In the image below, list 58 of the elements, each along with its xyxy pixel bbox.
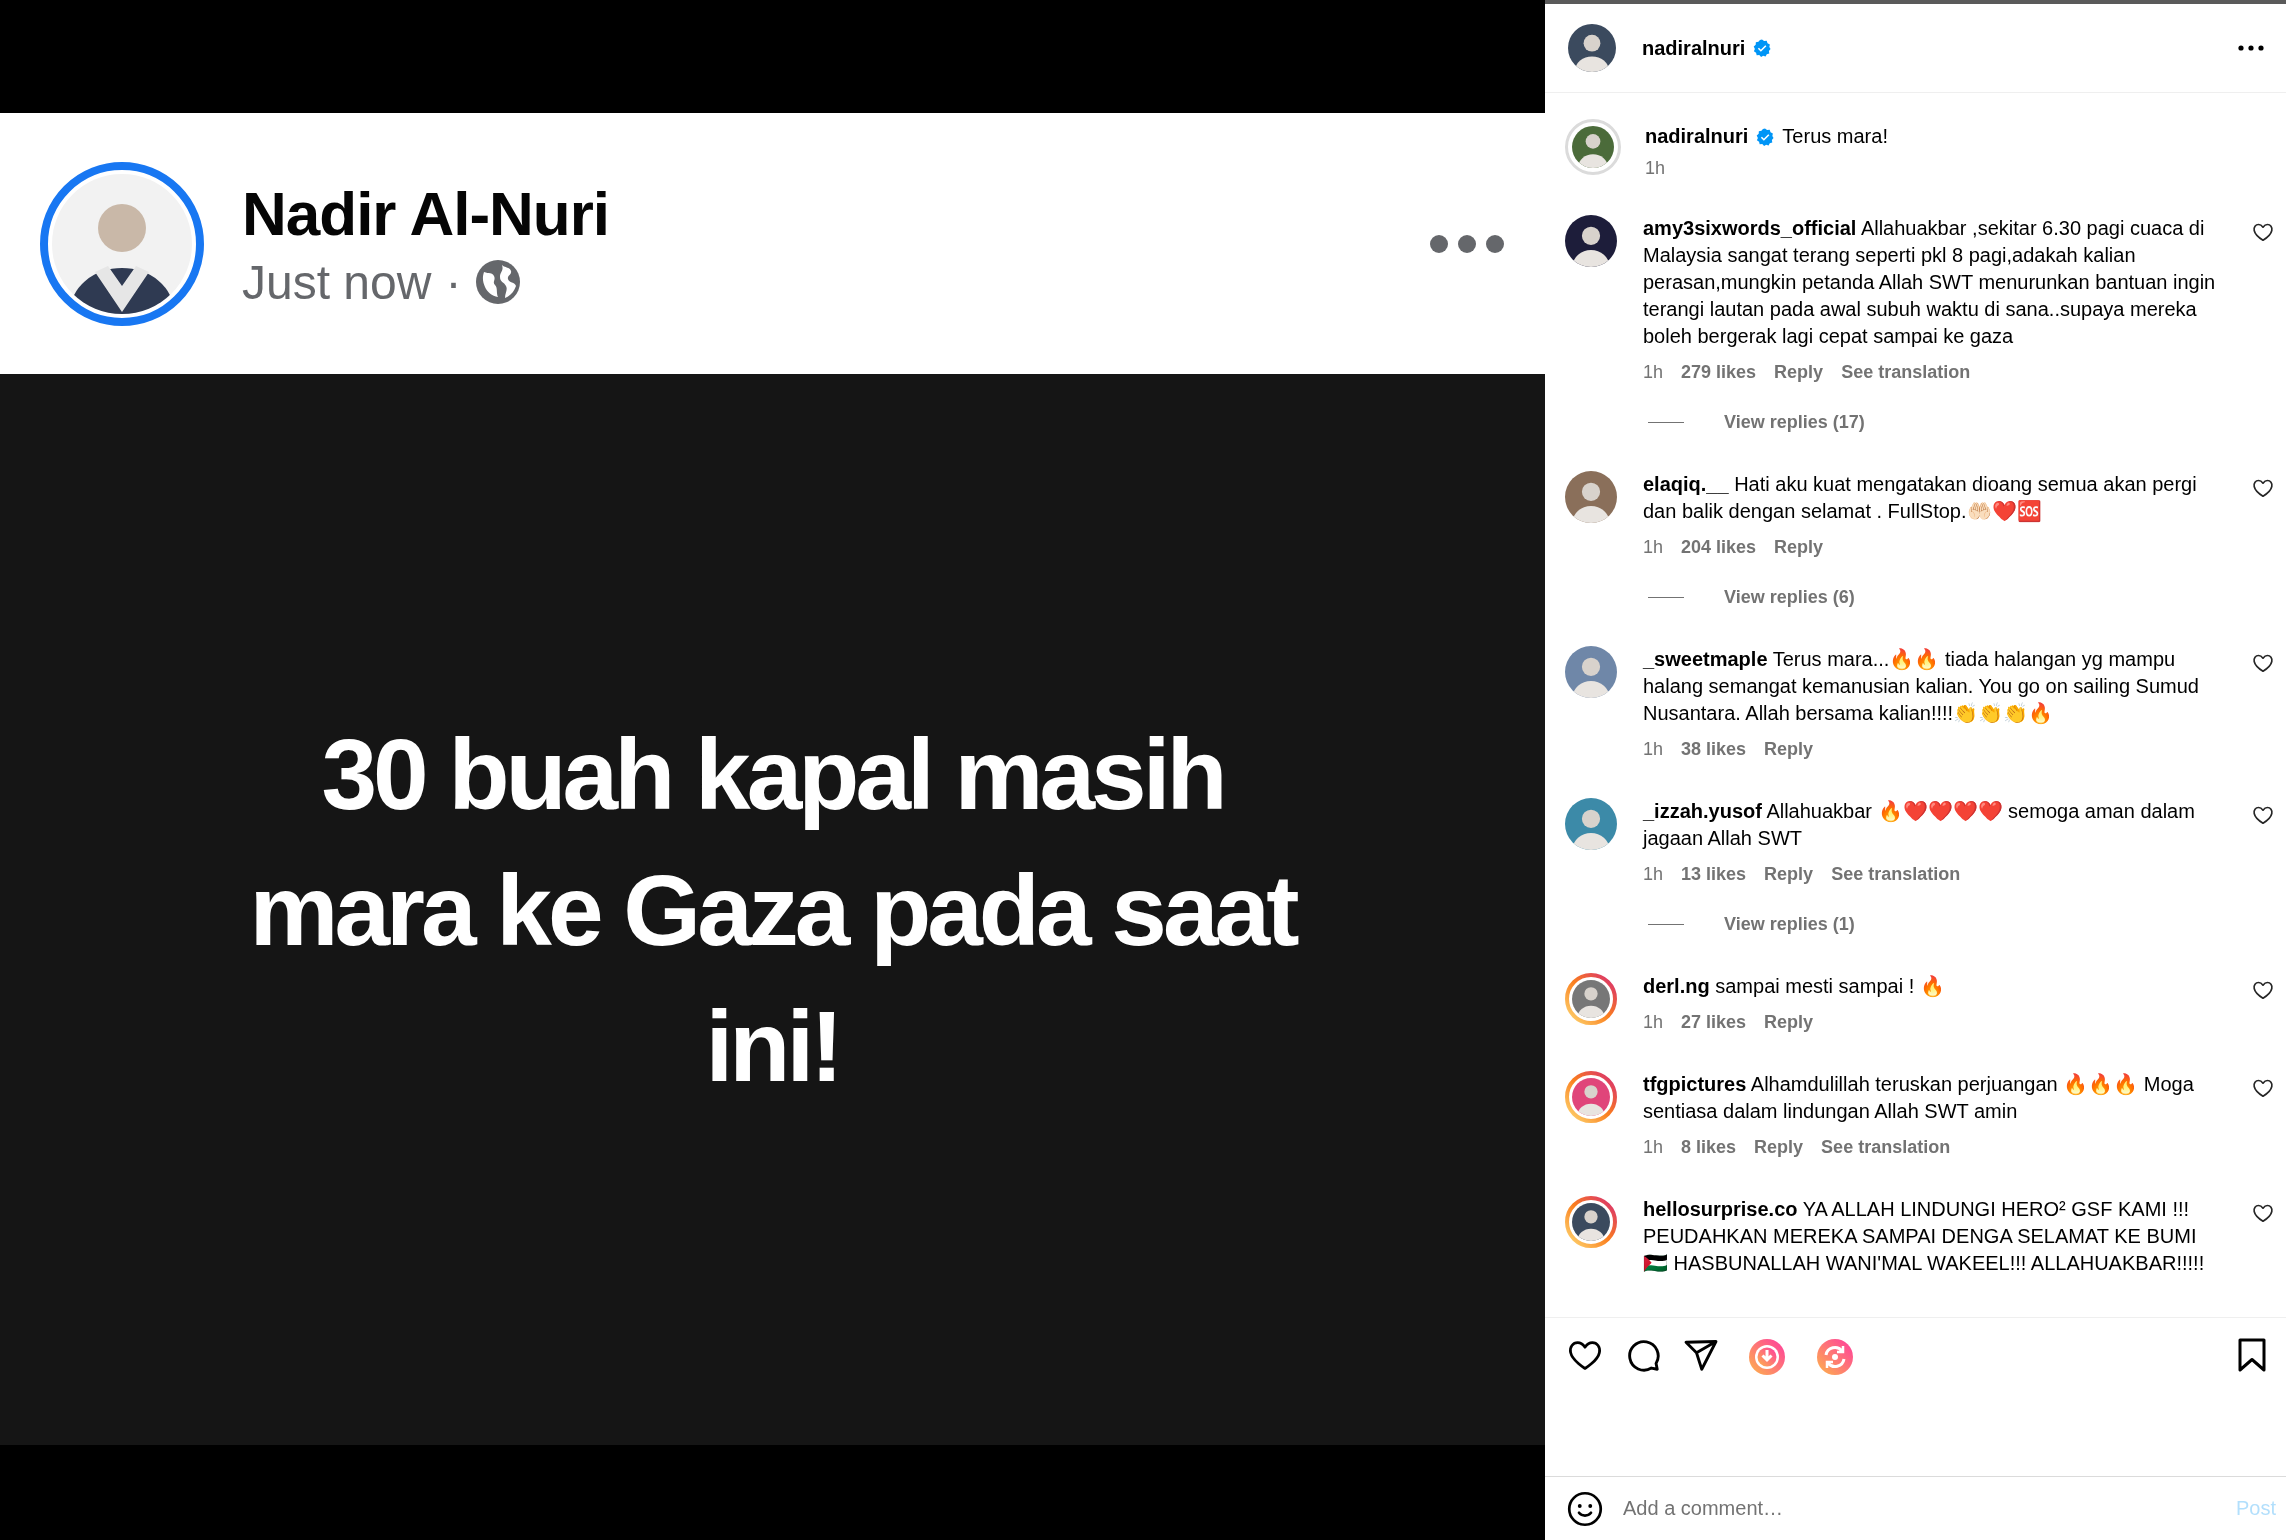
see-translation-link[interactable]: See translation — [1841, 361, 1971, 383]
avatar[interactable] — [1565, 215, 1617, 267]
sync-icon[interactable] — [1815, 1337, 1855, 1377]
reply-button[interactable]: Reply — [1774, 536, 1824, 558]
download-icon[interactable] — [1747, 1337, 1787, 1377]
caption-text: Terus mara! — [1782, 124, 1888, 149]
likes-count[interactable]: 8 likes — [1681, 1136, 1737, 1158]
likes-count[interactable]: 13 likes — [1681, 863, 1747, 885]
view-replies-button[interactable]: View replies (1) — [1724, 913, 1855, 935]
more-options-icon[interactable] — [2238, 45, 2264, 51]
heart-icon[interactable] — [2252, 652, 2274, 674]
caption-time: 1h — [1645, 158, 1667, 179]
share-icon[interactable] — [1683, 1337, 1719, 1373]
heart-icon[interactable] — [2252, 477, 2274, 499]
comment-time: 1h — [1643, 536, 1664, 558]
reply-button[interactable]: Reply — [1774, 361, 1824, 383]
likes-count[interactable]: 38 likes — [1681, 738, 1747, 760]
comment-text: amy3sixwords_official Allahuakbar ,sekitar 6.30 pagi cuaca di Malaysia sangat terang seperti pkl 8 pagi,adakah kalian perasan,mungkin petanda Allah SWT menurunkan bantuan ingin terangi lautan pada awal subuh waktu di sana..supaya mereka boleh bergerak lagi cepat sampai ke gaza — [1643, 216, 2217, 349]
likes-count[interactable]: 279 likes — [1681, 361, 1757, 383]
comment-time: 1h — [1643, 1136, 1664, 1158]
comment-time: 1h — [1643, 738, 1664, 760]
reply-button[interactable]: Reply — [1764, 863, 1814, 885]
comment-text: _izzah.yusof Allahuakbar 🔥❤❤❤❤ semoga aman dalam jagaan Allah SWT — [1643, 799, 2196, 851]
heart-icon[interactable] — [2252, 979, 2274, 1001]
avatar[interactable] — [1568, 24, 1616, 72]
avatar[interactable] — [1565, 119, 1621, 175]
username[interactable]: nadiralnuri — [1642, 36, 1746, 60]
comment-text: tfgpictures Alhamdulillah teruskan perjuangan 🔥🔥🔥 Moga sentiasa dalam lindungan Allah SWT amin — [1643, 1072, 2195, 1124]
reply-button[interactable]: Reply — [1764, 738, 1814, 760]
see-translation-link[interactable]: See translation — [1831, 863, 1961, 885]
emoji-icon[interactable] — [1567, 1490, 1603, 1527]
likes-count[interactable]: 27 likes — [1681, 1011, 1747, 1033]
comment-time: 1h — [1643, 863, 1664, 885]
globe-icon — [475, 259, 522, 305]
heart-icon[interactable] — [2252, 221, 2274, 243]
heart-icon[interactable] — [2252, 804, 2274, 826]
reply-button[interactable]: Reply — [1754, 1136, 1804, 1158]
view-replies-button[interactable]: View replies (17) — [1724, 411, 1865, 433]
heart-icon[interactable] — [2252, 1077, 2274, 1099]
comment-icon[interactable] — [1625, 1337, 1661, 1373]
post-text: 30 buah kapal masih mara ke Gaza pada saat ini! — [248, 716, 1297, 1104]
caption-username[interactable]: nadiralnuri — [1645, 123, 1749, 150]
comment-input[interactable]: Add a comment… — [1623, 1497, 2216, 1520]
comment-text: hellosurprise.co YA ALLAH LINDUNGI HERO² GSF KAMI !!! PEUDAHKAN MEREKA SAMPAI DENGA SELAMAT KE BUMI 🇵🇸 HASBUNALLAH WANI'MAL WAKEEL!!! ALLAHUAKBAR!!!!! — [1643, 1197, 2206, 1276]
comment-text: derl.ng sampai mesti sampai ! 🔥 — [1643, 974, 1946, 999]
likes-count[interactable]: 204 likes — [1681, 536, 1757, 558]
comment-time: 1h — [1643, 1011, 1664, 1033]
view-replies-button[interactable]: View replies (6) — [1724, 586, 1855, 608]
reply-button[interactable]: Reply — [1764, 1011, 1814, 1033]
comment-text: _sweetmaple Terus mara...🔥🔥 tiada halangan yg mampu halang semangat kemanusian kalian. You go on sailing Sumud Nusantara. Allah bersama kalian!!!!👏👏👏🔥 — [1643, 647, 2200, 726]
separator-dot: · — [445, 254, 462, 310]
author-name[interactable]: Nadir Al-Nuri — [242, 177, 1391, 249]
see-translation-link[interactable]: See translation — [1821, 1136, 1951, 1158]
avatar[interactable] — [1565, 1196, 1617, 1248]
comment-text: elaqiq.__ Hati aku kuat mengatakan dioang semua akan pergi dan balik dengan selamat . FullStop.🤲🏻❤🆘 — [1643, 472, 2198, 524]
heart-icon[interactable] — [2252, 1202, 2274, 1224]
post-time: Just now — [242, 254, 432, 310]
comment-time: 1h — [1643, 361, 1664, 383]
